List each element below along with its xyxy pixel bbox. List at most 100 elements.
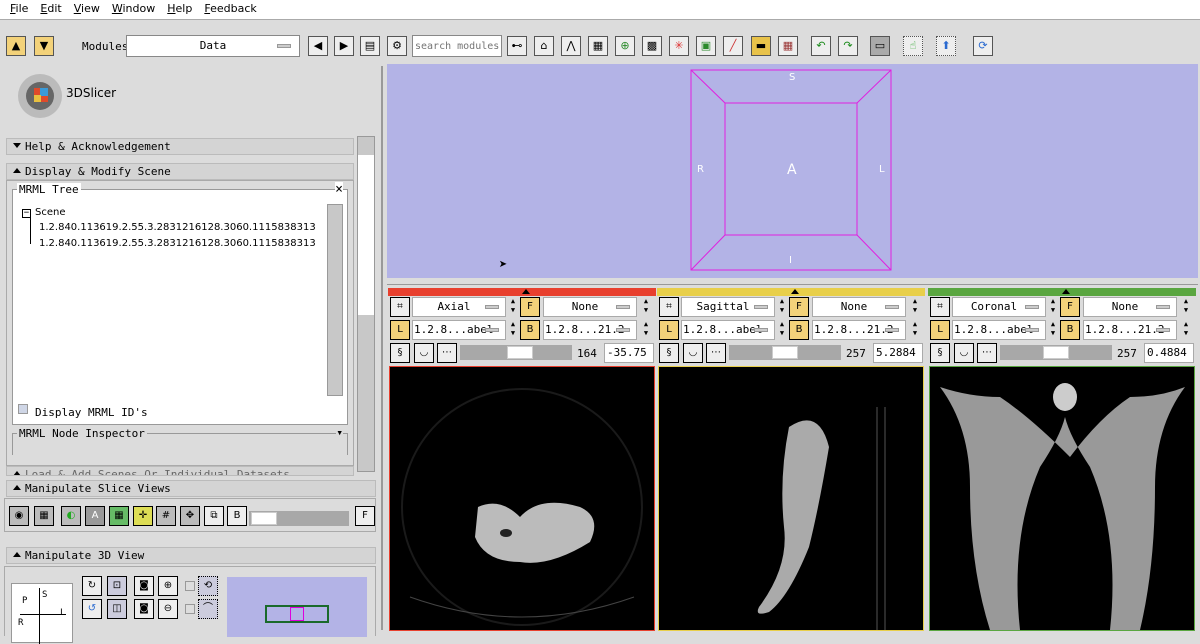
zoom-in-icon[interactable]: ⊕ <box>158 576 178 596</box>
label-layer-icon[interactable]: L <box>930 320 950 340</box>
home-icon[interactable]: ⌂ <box>534 36 554 56</box>
prev-module-icon[interactable]: ◀ <box>308 36 328 56</box>
camera-icon[interactable]: ◙ <box>134 599 154 619</box>
splitter[interactable] <box>381 66 383 630</box>
volumes-icon[interactable]: ▦ <box>588 36 608 56</box>
pick-mode-icon[interactable]: ☝ <box>903 36 923 56</box>
background-select[interactable]: 1.2.8...21.2 <box>1083 320 1177 340</box>
foreground-spinner[interactable]: ▲ ▼ <box>1181 297 1191 317</box>
background-select[interactable]: 1.2.8...21.2 <box>812 320 906 340</box>
menu-help[interactable]: Help <box>161 0 198 19</box>
slice-offset-input[interactable]: 0.4884 <box>1144 343 1194 363</box>
display-ids-checkbox[interactable] <box>18 404 28 414</box>
module-history-icon[interactable]: ▤ <box>360 36 380 56</box>
module-settings-icon[interactable]: ⚙ <box>387 36 407 56</box>
slice-orientation-icon[interactable]: ⌗ <box>390 297 410 317</box>
tree-scrollbar[interactable] <box>327 204 343 396</box>
scroll-thumb[interactable] <box>358 155 374 315</box>
measure-icon[interactable]: ╱ <box>723 36 743 56</box>
slider-thumb[interactable] <box>772 346 798 359</box>
volume-data-icon[interactable]: ▩ <box>642 36 662 56</box>
foreground-layer-icon[interactable]: F <box>520 297 540 317</box>
foreground-select[interactable]: None <box>543 297 637 317</box>
slice-color-bar[interactable] <box>928 288 1196 296</box>
opacity-slider[interactable] <box>249 511 349 526</box>
slider-thumb[interactable] <box>1043 346 1069 359</box>
background-spinner[interactable]: ▲ ▼ <box>910 320 920 340</box>
slider-thumb[interactable] <box>507 346 534 359</box>
foreground-select[interactable]: None <box>812 297 906 317</box>
close-icon[interactable]: × <box>335 182 343 197</box>
visibility-icon[interactable]: ◉ <box>9 506 29 526</box>
section-manipulate-slice-views[interactable]: Manipulate Slice Views <box>6 480 376 497</box>
menu-view[interactable]: View <box>68 0 106 19</box>
section-manipulate-3d-view[interactable]: Manipulate 3D View <box>6 547 376 564</box>
slice-color-bar[interactable] <box>388 288 656 296</box>
slice-offset-input[interactable]: 5.2884 <box>873 343 923 363</box>
module-select[interactable]: Data <box>126 35 300 57</box>
slice-offset-slider[interactable] <box>729 345 841 360</box>
menu-edit[interactable]: Edit <box>34 0 67 19</box>
label-select[interactable]: 1.2.8...abel <box>412 320 506 340</box>
node-inspector-frame[interactable]: MRML Node Inspector ▾ <box>12 426 348 455</box>
slice-color-bar[interactable] <box>657 288 925 296</box>
rock-checkbox[interactable] <box>185 604 195 614</box>
fg-toggle-icon[interactable]: F <box>355 506 375 526</box>
slice-orientation-icon[interactable]: ⌗ <box>930 297 950 317</box>
rock-view-icon[interactable]: ⌒ <box>198 599 218 619</box>
visibility-icon[interactable]: ◡ <box>414 343 434 363</box>
ruler-icon[interactable]: ▬ <box>751 36 771 56</box>
spin-view-icon[interactable]: ⟲ <box>198 576 218 596</box>
search-modules-input[interactable] <box>412 35 502 57</box>
label-outline-icon[interactable]: ▦ <box>109 506 129 526</box>
orientation-spinner[interactable]: ▲ ▼ <box>777 297 787 317</box>
crosshair-icon[interactable]: ✛ <box>133 506 153 526</box>
binoculars-icon[interactable]: ⊷ <box>507 36 527 56</box>
label-layer-icon[interactable]: L <box>659 320 679 340</box>
next-module-icon[interactable]: ▶ <box>334 36 354 56</box>
visibility-icon[interactable]: ◡ <box>954 343 974 363</box>
spin-checkbox[interactable] <box>185 581 195 591</box>
3d-view[interactable]: S I R L A ➤ <box>387 64 1198 278</box>
slice-offset-slider[interactable] <box>1000 345 1112 360</box>
ct-slice-image[interactable] <box>929 366 1195 631</box>
menu-feedback[interactable]: Feedback <box>198 0 262 19</box>
menu-file[interactable]: File <box>4 0 34 19</box>
more-options-icon[interactable]: ⋯ <box>437 343 457 363</box>
menu-window[interactable]: Window <box>106 0 161 19</box>
label-spinner[interactable]: ▲ ▼ <box>1048 320 1058 340</box>
3d-view-thumbnail[interactable] <box>227 577 367 637</box>
tree-node-volume[interactable]: 1.2.840.113619.2.55.3.2831216128.3060.11… <box>39 222 316 233</box>
orientation-select[interactable]: Axial <box>412 297 506 317</box>
background-layer-icon[interactable]: B <box>520 320 540 340</box>
place-mode-icon[interactable]: ⬆ <box>936 36 956 56</box>
color-table-icon[interactable]: ▦ <box>778 36 798 56</box>
rotate-icon[interactable]: ↻ <box>82 576 102 596</box>
section-help[interactable]: Help & Acknowledgement <box>6 138 354 155</box>
section-display-scene[interactable]: Display & Modify Scene <box>6 163 354 180</box>
center-icon[interactable]: ⊡ <box>107 576 127 596</box>
load-scene-icon[interactable]: ▲ <box>6 36 26 56</box>
layout-icon[interactable]: ▭ <box>870 36 890 56</box>
orientation-widget[interactable]: P S L R <box>11 583 73 644</box>
label-spinner[interactable]: ▲ ▼ <box>508 320 518 340</box>
ct-slice-image[interactable] <box>658 366 924 631</box>
transforms-icon[interactable]: ⊕ <box>615 36 635 56</box>
slice-orientation-icon[interactable]: ⌗ <box>659 297 679 317</box>
fiducials-icon[interactable]: ✳ <box>669 36 689 56</box>
expand-icon[interactable]: ▾ <box>336 426 343 439</box>
spin-icon[interactable]: ↺ <box>82 599 102 619</box>
link-icon[interactable]: § <box>659 343 679 363</box>
slice-offset-slider[interactable] <box>460 345 572 360</box>
link-icon[interactable]: § <box>390 343 410 363</box>
label-layer-icon[interactable]: L <box>390 320 410 340</box>
foreground-spinner[interactable]: ▲ ▼ <box>641 297 651 317</box>
orientation-spinner[interactable]: ▲ ▼ <box>1048 297 1058 317</box>
ct-slice-image[interactable] <box>389 366 655 631</box>
models-icon[interactable]: ⋀ <box>561 36 581 56</box>
editor-icon[interactable]: ▣ <box>696 36 716 56</box>
background-spinner[interactable]: ▲ ▼ <box>641 320 651 340</box>
label-select[interactable]: 1.2.8...abel <box>681 320 775 340</box>
foreground-select[interactable]: None <box>1083 297 1177 317</box>
orientation-spinner[interactable]: ▲ ▼ <box>508 297 518 317</box>
